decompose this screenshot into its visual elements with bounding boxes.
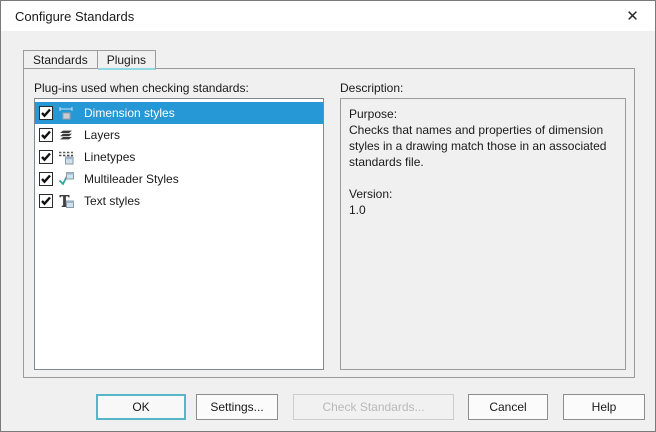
list-item-multileader-styles[interactable]: Multileader Styles (35, 168, 323, 190)
text-styles-icon (58, 193, 74, 209)
list-item-layers[interactable]: Layers (35, 124, 323, 146)
plugin-list[interactable]: Dimension styles Layers Linetypes Multil… (34, 98, 324, 370)
linetypes-icon (58, 149, 74, 165)
dialog-title: Configure Standards (15, 8, 135, 24)
configure-standards-dialog: Configure Standards ✕ Standards Plugins … (0, 0, 656, 432)
check-standards-button: Check Standards... (293, 394, 454, 420)
tab-standards[interactable]: Standards (23, 50, 98, 69)
multileader-icon (58, 171, 74, 187)
multileader-styles-checkbox[interactable] (39, 172, 53, 186)
layers-checkbox[interactable] (39, 128, 53, 142)
list-item-dimension-styles[interactable]: Dimension styles (35, 102, 323, 124)
titlebar: Configure Standards ✕ (1, 1, 655, 31)
description-label: Description: (340, 81, 404, 95)
tab-plugins[interactable]: Plugins (97, 50, 157, 70)
linetypes-checkbox[interactable] (39, 150, 53, 164)
plugins-list-label: Plug-ins used when checking standards: (34, 81, 249, 95)
list-item-text-styles[interactable]: Text styles (35, 190, 323, 212)
help-button[interactable]: Help (563, 394, 645, 420)
version-label: Version: (349, 187, 393, 201)
settings-button[interactable]: Settings... (196, 394, 278, 420)
dimension-styles-checkbox[interactable] (39, 106, 53, 120)
purpose-text: Checks that names and properties of dime… (349, 123, 607, 169)
plugins-tab-page: Plug-ins used when checking standards: D… (23, 68, 635, 378)
close-icon[interactable]: ✕ (610, 1, 655, 31)
list-item-label: Multileader Styles (84, 172, 179, 186)
purpose-label: Purpose: (349, 107, 398, 121)
layers-icon (58, 127, 74, 143)
list-item-linetypes[interactable]: Linetypes (35, 146, 323, 168)
list-item-label: Layers (84, 128, 121, 142)
list-item-label: Linetypes (84, 150, 136, 164)
list-item-label: Dimension styles (84, 106, 175, 120)
list-item-label: Text styles (84, 194, 141, 208)
dimension-icon (58, 105, 74, 121)
description-box: Purpose: Checks that names and propertie… (340, 98, 626, 370)
ok-button[interactable]: OK (96, 394, 186, 420)
tab-strip: Standards Plugins (23, 50, 157, 70)
cancel-button[interactable]: Cancel (468, 394, 548, 420)
text-styles-checkbox[interactable] (39, 194, 53, 208)
version-value: 1.0 (349, 203, 366, 217)
